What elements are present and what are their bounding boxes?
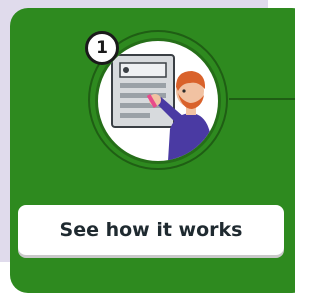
step-connector-line — [229, 98, 295, 100]
page: 1 See how it works — [0, 0, 295, 293]
technician-icon — [111, 54, 214, 161]
see-how-it-works-button[interactable]: See how it works — [18, 205, 284, 255]
step-number-badge: 1 — [85, 31, 119, 65]
